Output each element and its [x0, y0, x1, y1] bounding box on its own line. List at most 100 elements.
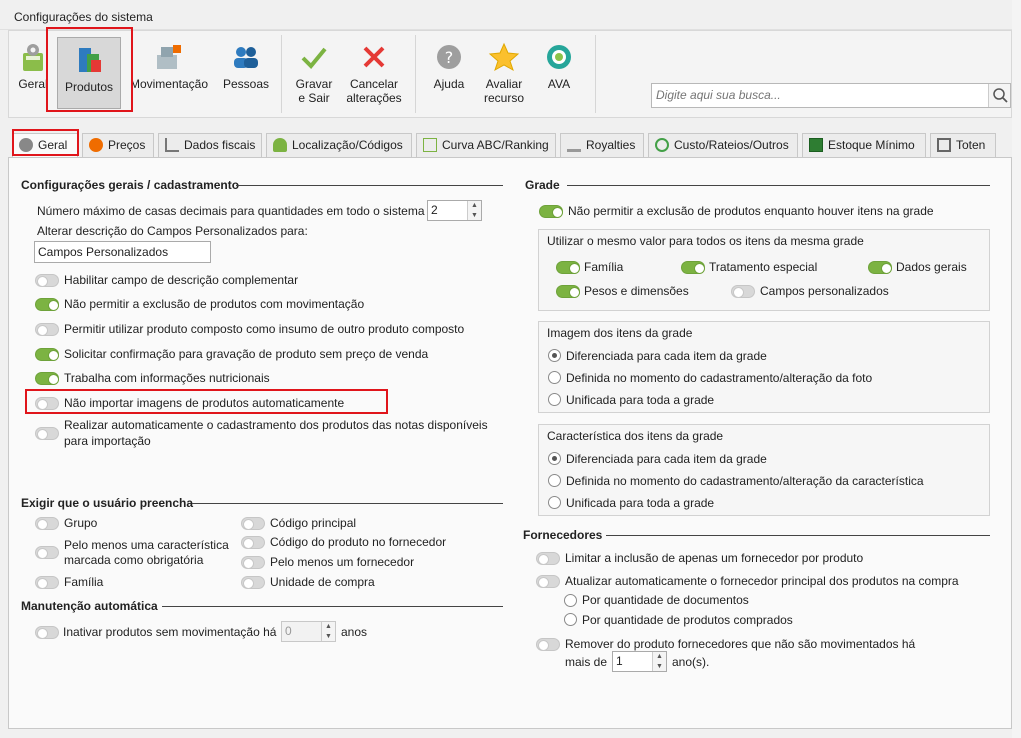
highlight-tab-geral [12, 129, 79, 156]
toggle-required-codigo-principal[interactable] [241, 517, 265, 530]
toggle-confirmacao-sem-preco[interactable] [35, 348, 59, 361]
stepper-arrows[interactable]: ▲ ▼ [467, 201, 481, 220]
radio-image-unificada[interactable] [548, 393, 561, 406]
save-and-exit-button[interactable]: Gravar e Sair [289, 31, 339, 111]
save-label-line1: Gravar [295, 77, 333, 91]
radio-char-unificada[interactable] [548, 496, 561, 509]
toggle-label: Habilitar campo de descrição complementa… [64, 273, 299, 287]
toggle-limit-supplier[interactable] [536, 552, 560, 565]
section-title-suppliers: Fornecedores [523, 528, 603, 542]
tab-precos[interactable]: Preços [82, 133, 154, 157]
ava-label: AVA [547, 77, 571, 91]
toggle-required-grupo[interactable] [35, 517, 59, 530]
toolbar-geral-label: Geral [18, 77, 48, 91]
toggle-remove-supplier[interactable] [536, 638, 560, 651]
toggle-update-supplier[interactable] [536, 575, 560, 588]
tab-label: Dados fiscais [184, 138, 256, 152]
radio-label: Por quantidade de documentos [582, 593, 749, 607]
toggle-info-nutricionais[interactable] [35, 372, 59, 385]
radio-label: Unificada para toda a grade [566, 393, 715, 407]
cancel-label-line1: Cancelar [349, 77, 399, 91]
remove-supplier-stepper[interactable]: 1 ▲ ▼ [612, 651, 667, 672]
group-image-title: Imagem dos itens da grade [547, 326, 693, 340]
section-divider [606, 535, 990, 536]
remove-supplier-label-line2: mais de [565, 655, 608, 669]
toggle-same-dados-gerais[interactable] [868, 261, 892, 274]
cancel-changes-button[interactable]: Cancelar alterações [345, 31, 403, 111]
toggle-required-unidade-compra[interactable] [241, 576, 265, 589]
radio-char-diferenciada[interactable] [548, 452, 561, 465]
toggle-produto-composto[interactable] [35, 323, 59, 336]
section-title-general: Configurações gerais / cadastramento [21, 178, 240, 192]
close-icon [363, 46, 385, 68]
save-label-line2: e Sair [298, 91, 330, 105]
stepper-arrows[interactable]: ▲ ▼ [321, 622, 335, 641]
help-label: Ajuda [433, 77, 465, 91]
toolbar-pessoas-button[interactable]: Pessoas [219, 31, 273, 111]
rate-label-line2: recurso [483, 91, 524, 105]
search-button[interactable] [988, 84, 1010, 107]
toolbar-separator [595, 35, 596, 113]
custom-fields-input[interactable]: Campos Personalizados [34, 241, 211, 263]
toggle-same-familia[interactable] [556, 261, 580, 274]
radio-label: Definida no momento do cadastramento/alt… [566, 371, 873, 385]
section-divider [162, 606, 503, 607]
toggle-required-codigo-fornecedor[interactable] [241, 536, 265, 549]
tab-label: Localização/Códigos [292, 138, 403, 152]
toolbar-separator [415, 35, 416, 113]
toolbar-movimentacao-button[interactable]: Movimentação [127, 31, 211, 111]
rate-feature-button[interactable]: Avaliar recurso [479, 31, 529, 111]
kiosk-icon [937, 138, 951, 152]
toggle-nao-excluir-movimentacao[interactable] [35, 298, 59, 311]
radio-image-definida[interactable] [548, 371, 561, 384]
required-familia-label: Família [64, 575, 104, 589]
toggle-same-pesos[interactable] [556, 285, 580, 298]
toggle-required-familia[interactable] [35, 576, 59, 589]
toggle-same-campos[interactable] [731, 285, 755, 298]
check-icon [301, 47, 327, 69]
stepper-arrows[interactable]: ▲ ▼ [652, 652, 666, 671]
tab-royalties[interactable]: Royalties [560, 133, 644, 157]
toggle-descricao-complementar[interactable] [35, 274, 59, 287]
toggle-same-tratamento[interactable] [681, 261, 705, 274]
same-pesos-label: Pesos e dimensões [584, 284, 689, 298]
required-unidade-compra-label: Unidade de compra [270, 575, 375, 589]
tab-dados-fiscais[interactable]: Dados fiscais [158, 133, 262, 157]
radio-label: Unificada para toda a grade [566, 496, 715, 510]
tab-toten[interactable]: Toten [930, 133, 996, 157]
tab-localizacao[interactable]: Localização/Códigos [266, 133, 412, 157]
section-divider [192, 503, 503, 504]
bar-chart-icon [165, 138, 179, 152]
toggle-inativar-produtos[interactable] [35, 626, 59, 639]
inactivate-label: Inativar produtos sem movimentação há [63, 625, 277, 639]
radio-image-diferenciada[interactable] [548, 349, 561, 362]
crown-icon [567, 138, 581, 152]
radio-char-definida[interactable] [548, 474, 561, 487]
tab-curva-abc[interactable]: Curva ABC/Ranking [416, 133, 556, 157]
toggle-label-line1: Realizar automaticamente o cadastramento… [64, 418, 488, 432]
inactivate-stepper[interactable]: 0 ▲ ▼ [281, 621, 336, 642]
toggle-label: Permitir utilizar produto composto como … [64, 322, 465, 336]
price-icon [89, 138, 103, 152]
section-title-required: Exigir que o usuário preencha [21, 496, 194, 510]
ava-button[interactable]: AVA [539, 31, 579, 111]
decimals-value: 2 [431, 203, 438, 217]
toggle-required-um-fornecedor[interactable] [241, 556, 265, 569]
required-codigo-principal-label: Código principal [270, 516, 357, 530]
group-same-value-title: Utilizar o mesmo valor para todos os ite… [547, 234, 864, 248]
cancel-label-line2: alterações [346, 91, 402, 105]
toggle-grade-no-delete[interactable] [539, 205, 563, 218]
window-title-bar: Configurações do sistema [0, 0, 1021, 30]
dollar-icon [655, 138, 669, 152]
radio-by-qty[interactable] [564, 613, 577, 626]
tab-custo-rateios[interactable]: Custo/Rateios/Outros [648, 133, 798, 157]
toggle-required-caracteristica[interactable] [35, 546, 59, 559]
search-input[interactable] [652, 84, 982, 106]
tab-estoque-minimo[interactable]: Estoque Mínimo [802, 133, 926, 157]
help-button[interactable]: ? Ajuda [429, 31, 469, 111]
radio-by-docs[interactable] [564, 594, 577, 607]
toggle-cadastramento-notas[interactable] [35, 427, 59, 440]
toolbar-pessoas-label: Pessoas [222, 77, 270, 91]
same-dados-gerais-label: Dados gerais [896, 260, 967, 274]
decimals-stepper[interactable]: 2 ▲ ▼ [427, 200, 482, 221]
